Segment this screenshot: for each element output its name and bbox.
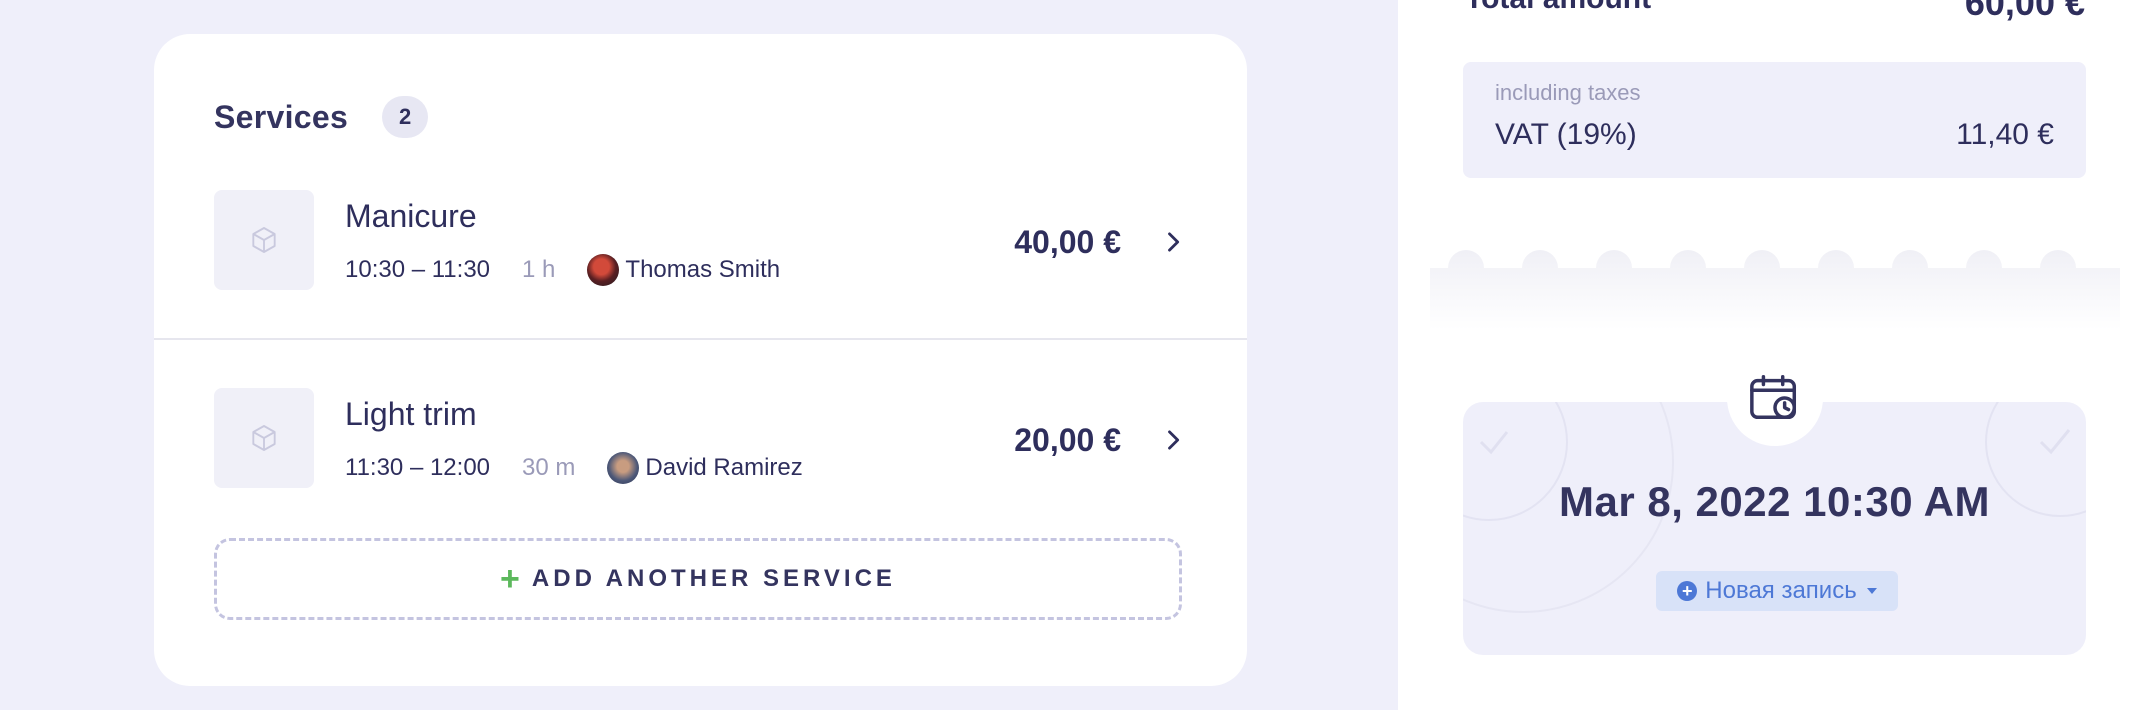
service-duration: 30 m: [522, 454, 576, 481]
service-meta: 11:30 – 12:00 30 m David Ramirez: [345, 452, 803, 484]
package-icon: [252, 227, 276, 253]
service-thumbnail: [214, 388, 314, 488]
status-dropdown[interactable]: + Новая запись: [1656, 571, 1898, 611]
total-amount-value: 60,00 €: [1964, 0, 2085, 23]
chevron-right-icon[interactable]: [1159, 426, 1187, 454]
service-name: Manicure: [345, 198, 477, 234]
plus-circle-icon: +: [1677, 581, 1698, 601]
service-master: David Ramirez: [645, 454, 803, 481]
plus-icon: +: [500, 560, 520, 598]
service-name: Light trim: [345, 396, 477, 432]
service-time: 11:30 – 12:00: [345, 454, 491, 481]
service-row[interactable]: Light trim 11:30 – 12:00 30 m David Rami…: [154, 374, 1247, 564]
vat-label: VAT (19%): [1495, 118, 1637, 151]
vat-value: 11,40 €: [1956, 118, 2054, 151]
service-meta: 10:30 – 11:30 1 h Thomas Smith: [345, 254, 780, 286]
calendar-icon-badge: [1727, 350, 1823, 446]
tax-note: including taxes: [1495, 80, 1641, 105]
row-divider: [154, 338, 1247, 340]
services-header: Services 2: [214, 96, 429, 138]
services-card: Services 2 Manicure 10:30 – 11:30 1 h Th…: [154, 34, 1247, 686]
add-service-label: ADD ANOTHER SERVICE: [531, 565, 896, 592]
service-duration: 1 h: [522, 256, 556, 283]
service-price: 40,00 €: [1014, 224, 1121, 260]
service-thumbnail: [214, 190, 314, 290]
chevron-right-icon[interactable]: [1159, 228, 1187, 256]
package-icon: [252, 425, 276, 451]
status-label: Новая запись: [1705, 577, 1857, 604]
master-avatar: [587, 254, 620, 286]
add-service-button[interactable]: + ADD ANOTHER SERVICE: [214, 538, 1182, 620]
master-avatar: [607, 452, 640, 484]
appointment-date: Mar 8, 2022 10:30 AM: [1558, 478, 1990, 525]
service-price: 20,00 €: [1014, 422, 1121, 458]
tax-box: including taxes VAT (19%) 11,40 €: [1463, 62, 2086, 178]
service-master: Thomas Smith: [625, 256, 781, 283]
total-amount-label: Total amount: [1465, 0, 1651, 16]
service-time: 10:30 – 11:30: [345, 256, 491, 283]
caret-down-icon: [1866, 588, 1877, 594]
services-title: Services: [214, 98, 349, 135]
services-count-badge: 2: [382, 96, 429, 138]
receipt-edge: [1430, 250, 2120, 330]
calendar-clock-icon: [1750, 375, 1797, 420]
